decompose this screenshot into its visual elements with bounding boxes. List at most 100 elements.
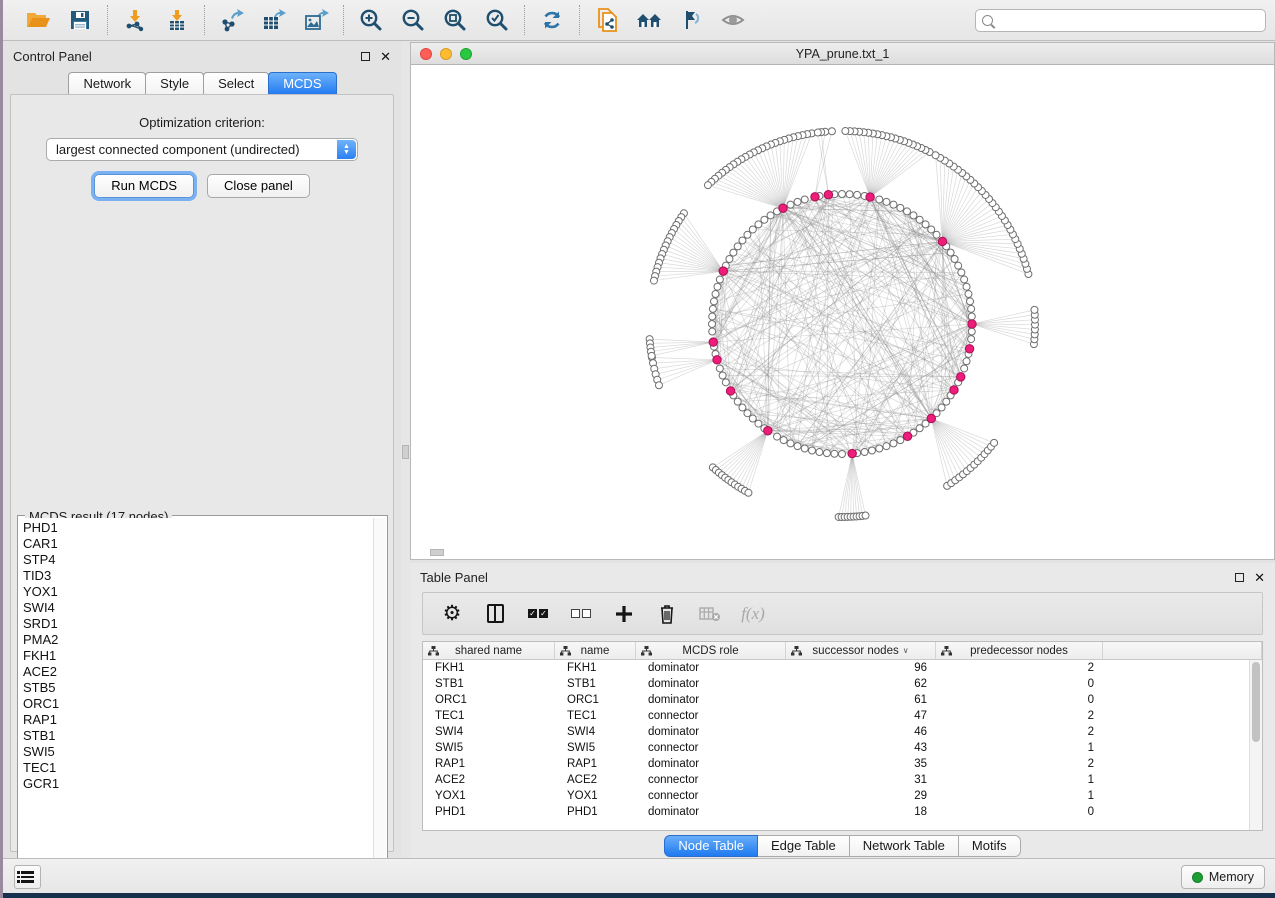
split-columns-icon[interactable] (483, 602, 507, 626)
column-header-name[interactable]: name (555, 642, 636, 659)
tab-network-table[interactable]: Network Table (850, 835, 959, 857)
tab-network[interactable]: Network (68, 72, 146, 95)
close-panel-icon[interactable]: ✕ (380, 52, 391, 61)
mcds-result-item[interactable]: RAP1 (23, 712, 373, 728)
mcds-result-item[interactable]: FKH1 (23, 648, 373, 664)
horizontal-split-divider[interactable] (430, 549, 444, 556)
clone-network-icon[interactable] (593, 6, 621, 34)
float-panel-icon[interactable] (1235, 573, 1244, 582)
float-panel-icon[interactable] (361, 52, 370, 61)
table-row[interactable]: ACE2ACE2connector311 (423, 772, 1249, 788)
export-table-icon[interactable] (260, 6, 288, 34)
table-panel: Table Panel ✕ ⚙ ✓✓ f(x) (410, 563, 1275, 858)
network-canvas[interactable] (411, 66, 1274, 559)
column-header-shared-name[interactable]: shared name (423, 642, 555, 659)
import-network-icon[interactable] (121, 6, 149, 34)
optimization-criterion-select[interactable]: largest connected component (undirected)… (46, 138, 358, 161)
table-cell: dominator (636, 678, 786, 690)
table-panel-title: Table Panel (420, 570, 488, 585)
save-icon[interactable] (66, 6, 94, 34)
mcds-result-item[interactable]: ORC1 (23, 696, 373, 712)
table-scrollbar[interactable] (1249, 660, 1262, 830)
mcds-result-item[interactable]: PHD1 (23, 520, 373, 536)
mcds-result-item[interactable]: SWI5 (23, 744, 373, 760)
table-row[interactable]: STB1STB1dominator620 (423, 676, 1249, 692)
table-row[interactable]: FKH1FKH1dominator962 (423, 660, 1249, 676)
refresh-icon[interactable] (538, 6, 566, 34)
tab-mcds[interactable]: MCDS (268, 72, 336, 95)
table-cell: 29 (786, 790, 936, 802)
close-panel-icon[interactable]: ✕ (1254, 573, 1265, 582)
table-row[interactable]: RAP1RAP1dominator352 (423, 756, 1249, 772)
table-row[interactable]: ORC1ORC1dominator610 (423, 692, 1249, 708)
houses-icon[interactable] (635, 6, 663, 34)
mcds-result-item[interactable]: STP4 (23, 552, 373, 568)
tab-edge-table[interactable]: Edge Table (758, 835, 850, 857)
status-bar: Memory (3, 858, 1275, 893)
eye-icon[interactable] (719, 6, 747, 34)
add-icon[interactable] (612, 602, 636, 626)
mcds-result-item[interactable]: ACE2 (23, 664, 373, 680)
mcds-result-item[interactable]: YOX1 (23, 584, 373, 600)
network-window-titlebar[interactable]: YPA_prune.txt_1 (411, 43, 1274, 65)
table-row[interactable]: SWI5SWI5connector431 (423, 740, 1249, 756)
column-header-predecessor-nodes[interactable]: predecessor nodes (936, 642, 1103, 659)
main-toolbar (3, 0, 1275, 41)
tab-node-table[interactable]: Node Table (664, 835, 758, 857)
export-network-icon[interactable] (218, 6, 246, 34)
table-cell: connector (636, 710, 786, 722)
mcds-result-item[interactable]: PMA2 (23, 632, 373, 648)
table-cell: SWI5 (423, 742, 555, 754)
mcds-result-item[interactable]: STB5 (23, 680, 373, 696)
memory-button[interactable]: Memory (1181, 865, 1265, 889)
column-header-successor-nodes[interactable]: successor nodes∨ (786, 642, 936, 659)
run-mcds-button[interactable]: Run MCDS (94, 174, 194, 198)
table-cell: 43 (786, 742, 936, 754)
node-table: shared namenameMCDS rolesuccessor nodes∨… (422, 641, 1263, 831)
tab-select[interactable]: Select (203, 72, 269, 95)
vertical-split-divider[interactable] (401, 42, 410, 858)
column-header-MCDS-role[interactable]: MCDS role (636, 642, 786, 659)
table-row[interactable]: SWI4SWI4dominator462 (423, 724, 1249, 740)
folder-open-icon[interactable] (24, 6, 52, 34)
task-history-button[interactable] (14, 865, 41, 889)
mcds-result-item[interactable]: SRD1 (23, 616, 373, 632)
table-row[interactable]: PHD1PHD1dominator180 (423, 804, 1249, 820)
zoom-selected-icon[interactable] (483, 6, 511, 34)
mcds-result-scrollbar[interactable] (373, 518, 386, 877)
tab-style[interactable]: Style (145, 72, 204, 95)
deselect-checkboxes-icon[interactable] (569, 602, 593, 626)
table-panel-titlebar: Table Panel ✕ (410, 563, 1275, 591)
zoom-out-icon[interactable] (399, 6, 427, 34)
close-panel-button[interactable]: Close panel (207, 174, 310, 198)
table-cell: 2 (936, 710, 1103, 722)
table-cell: dominator (636, 726, 786, 738)
application-window: Control Panel ✕ Network Style Select MCD… (3, 0, 1275, 893)
import-table-icon[interactable] (163, 6, 191, 34)
table-cell: 46 (786, 726, 936, 738)
table-row[interactable]: TEC1TEC1connector472 (423, 708, 1249, 724)
gear-icon[interactable]: ⚙ (440, 602, 464, 626)
mcds-result-item[interactable]: STB1 (23, 728, 373, 744)
table-cell: 96 (786, 662, 936, 674)
mcds-result-item[interactable]: TEC1 (23, 760, 373, 776)
search-input[interactable] (975, 9, 1266, 32)
zoom-in-icon[interactable] (357, 6, 385, 34)
delete-table-icon[interactable] (698, 602, 722, 626)
select-all-checkboxes-icon[interactable]: ✓✓ (526, 602, 550, 626)
mcds-result-item[interactable]: SWI4 (23, 600, 373, 616)
tab-motifs[interactable]: Motifs (959, 835, 1021, 857)
control-panel-tabs: Network Style Select MCDS (3, 72, 401, 95)
table-cell: FKH1 (423, 662, 555, 674)
export-image-icon[interactable] (302, 6, 330, 34)
table-row[interactable]: YOX1YOX1connector291 (423, 788, 1249, 804)
mcds-result-item[interactable]: TID3 (23, 568, 373, 584)
mcds-result-list[interactable]: PHD1CAR1STP4TID3YOX1SWI4SRD1PMA2FKH1ACE2… (19, 518, 373, 877)
function-icon[interactable]: f(x) (741, 602, 765, 626)
flag-icon[interactable] (677, 6, 705, 34)
trash-icon[interactable] (655, 602, 679, 626)
table-cell: TEC1 (555, 710, 636, 722)
mcds-result-item[interactable]: CAR1 (23, 536, 373, 552)
zoom-fit-icon[interactable] (441, 6, 469, 34)
mcds-result-item[interactable]: GCR1 (23, 776, 373, 792)
